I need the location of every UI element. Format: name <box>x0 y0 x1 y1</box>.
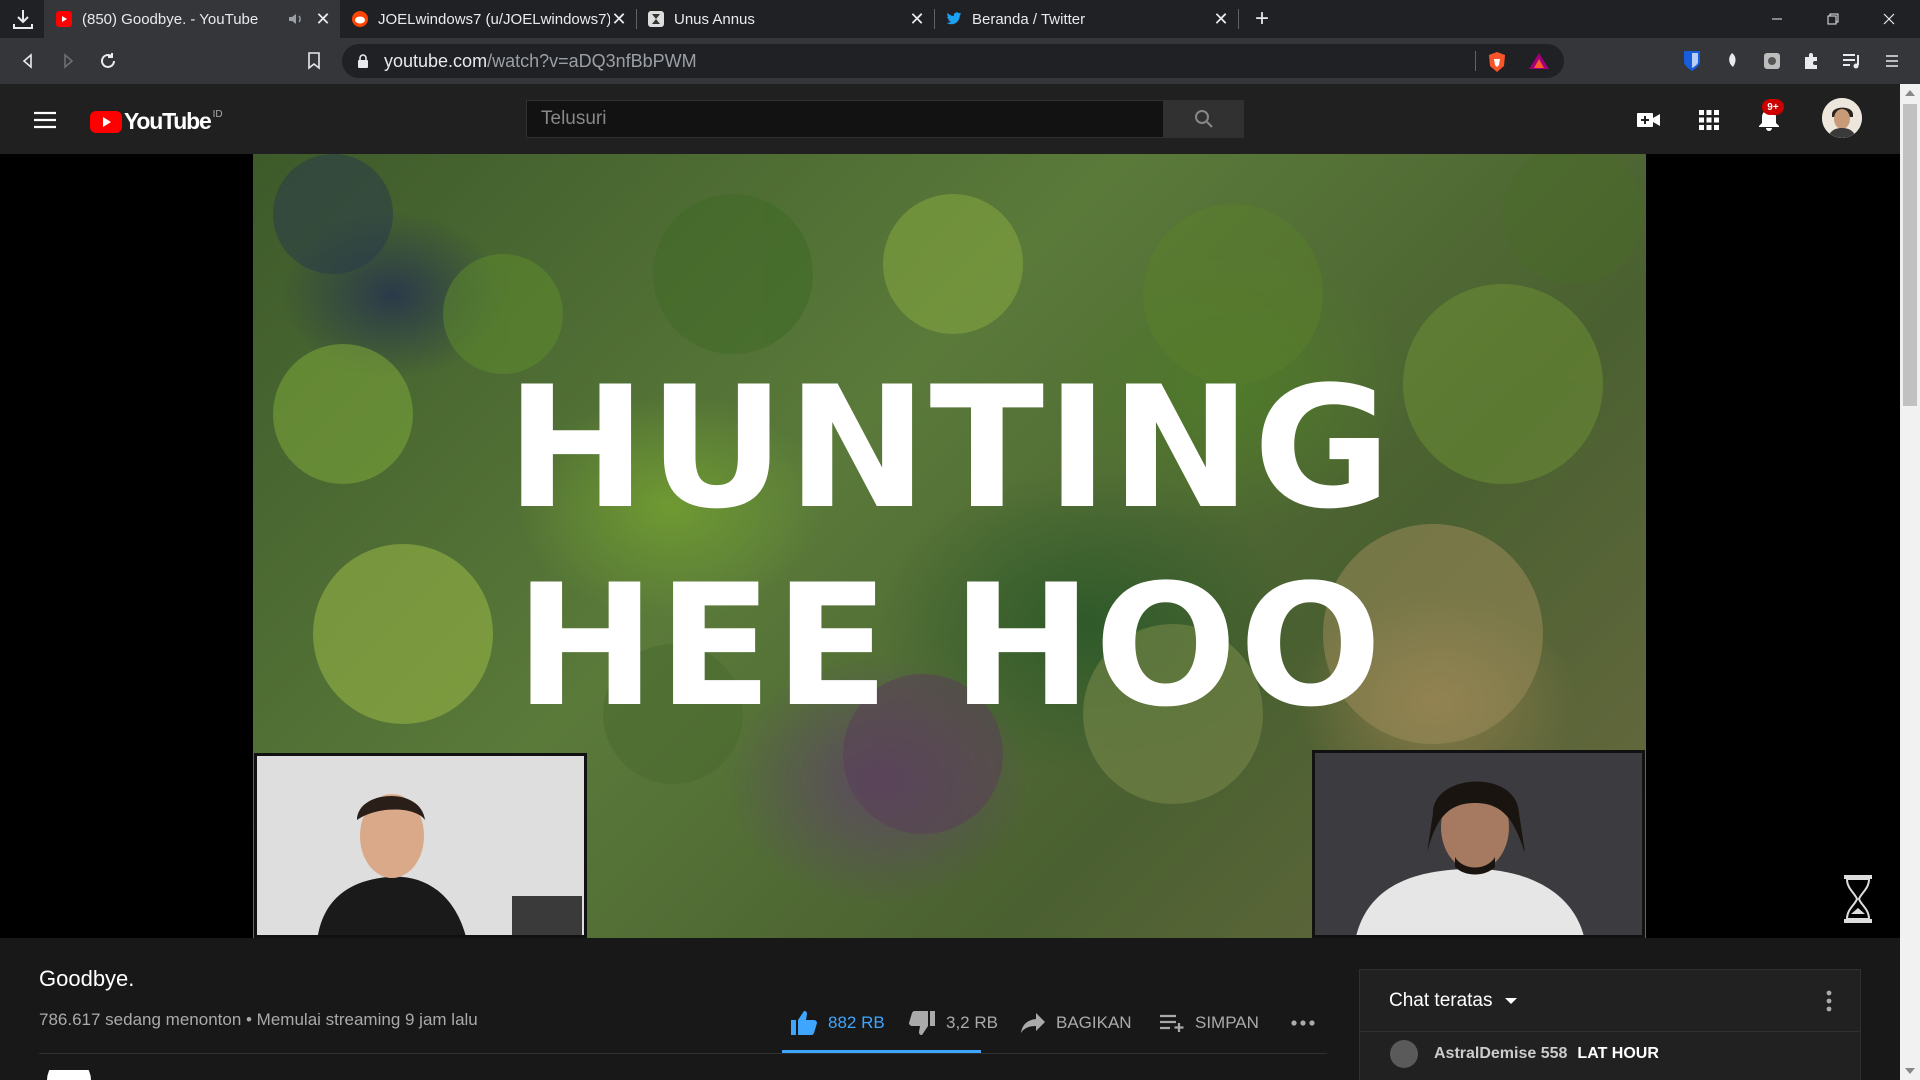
webcam-right <box>1312 750 1645 938</box>
share-label: BAGIKAN <box>1056 1013 1132 1032</box>
extensions-puzzle-icon[interactable] <box>1800 49 1824 73</box>
lock-icon[interactable] <box>356 53 370 69</box>
browser-toolbar: youtube.com/watch?v=aDQ3nfBbPWM <box>0 38 1920 84</box>
tab-audio-icon[interactable] <box>288 12 304 26</box>
live-chat-panel: Chat teratas AstralDemise 558 LAT HOUR <box>1359 969 1861 1080</box>
playlist-add-icon <box>1159 1013 1185 1033</box>
restore-button[interactable] <box>1810 0 1856 38</box>
youtube-play-icon <box>90 110 122 133</box>
url-domain: youtube.com <box>384 50 488 71</box>
tab-title: (850) Goodbye. - YouTube <box>82 10 259 28</box>
address-bar[interactable]: youtube.com/watch?v=aDQ3nfBbPWM <box>342 44 1564 78</box>
scroll-down-arrow[interactable] <box>1905 1068 1915 1074</box>
chat-more-icon[interactable] <box>1826 990 1832 1017</box>
reddit-favicon <box>352 11 368 27</box>
video-title: Goodbye. <box>39 966 135 991</box>
search-button[interactable] <box>1164 100 1244 138</box>
tab-reddit[interactable]: JOELwindows7 (u/JOELwindows7) - Reddit ✕ <box>340 0 637 38</box>
back-button[interactable] <box>16 49 40 73</box>
tab-close-icon[interactable]: ✕ <box>610 10 628 28</box>
chat-author-name[interactable]: AstralDemise 558 <box>1434 1045 1567 1063</box>
share-arrow-icon <box>1020 1012 1046 1034</box>
video-player[interactable]: HUNTING HEE HOO <box>0 154 1900 938</box>
tab-youtube[interactable]: (850) Goodbye. - YouTube ✕ <box>44 0 340 38</box>
logo-wordmark: YouTube <box>124 108 212 134</box>
chat-author-avatar <box>1390 1040 1418 1068</box>
browser-menu-icon[interactable] <box>1880 49 1904 73</box>
more-actions-button[interactable] <box>1290 1008 1316 1038</box>
reload-button[interactable] <box>96 49 120 73</box>
guide-menu-icon[interactable] <box>31 106 59 134</box>
tab-twitter[interactable]: Beranda / Twitter ✕ <box>934 0 1239 38</box>
omnibox-separator <box>1475 51 1476 71</box>
country-code: ID <box>212 109 223 120</box>
tab-title: Beranda / Twitter <box>972 10 1086 28</box>
extension-box-icon[interactable] <box>1760 49 1784 73</box>
bookmark-icon[interactable] <box>302 49 326 73</box>
tab-separator <box>1238 9 1239 29</box>
chat-header-label: Chat teratas <box>1389 989 1493 1011</box>
tab-title: JOELwindows7 (u/JOELwindows7) - Reddit <box>378 10 610 28</box>
search-icon <box>1194 109 1214 129</box>
apps-grid-icon[interactable] <box>1695 106 1723 134</box>
brave-shields-icon[interactable] <box>1487 51 1507 78</box>
media-control-icon[interactable] <box>1840 49 1864 73</box>
search-box: Telusuri <box>526 100 1244 138</box>
like-count: 882 RB <box>828 1013 885 1032</box>
forward-button[interactable] <box>56 49 80 73</box>
sentiment-bar-track <box>39 1053 1327 1054</box>
channel-avatar-partial <box>47 1070 91 1080</box>
chat-mode-selector[interactable]: Chat teratas <box>1360 970 1860 1032</box>
notification-badge: 9+ <box>1762 99 1784 115</box>
more-horizontal-icon <box>1290 1019 1316 1027</box>
hourglass-watermark-icon <box>1842 874 1874 924</box>
overlay-line-2: HEE HOO <box>515 548 1384 744</box>
create-video-icon[interactable] <box>1635 106 1663 134</box>
youtube-favicon <box>56 11 72 27</box>
bitwarden-extension-icon[interactable] <box>1680 49 1704 73</box>
new-tab-button[interactable]: + <box>1248 5 1276 33</box>
thumbs-up-icon <box>790 1010 818 1036</box>
tab-close-icon[interactable]: ✕ <box>1212 10 1230 28</box>
video-frame[interactable]: HUNTING HEE HOO <box>253 154 1646 938</box>
extension-leaf-icon[interactable] <box>1720 49 1744 73</box>
chevron-down-icon <box>1504 997 1517 1004</box>
avatar[interactable] <box>1822 98 1862 138</box>
thumbs-down-icon <box>908 1010 936 1036</box>
video-meta: 786.617 sedang menonton • Memulai stream… <box>39 1010 478 1029</box>
dislike-count: 3,2 RB <box>946 1013 998 1032</box>
brave-rewards-icon[interactable] <box>1528 52 1550 75</box>
share-button[interactable]: BAGIKAN <box>1020 1008 1132 1038</box>
overlay-line-1: HUNTING <box>505 350 1394 546</box>
scrollbar-thumb[interactable] <box>1903 104 1917 406</box>
video-info-area: Goodbye. 786.617 sedang menonton • Memul… <box>0 938 1900 1080</box>
url-path: /watch?v=aDQ3nfBbPWM <box>487 50 697 71</box>
tab-close-icon[interactable]: ✕ <box>314 10 332 28</box>
unus-annus-favicon <box>648 11 664 27</box>
chat-message: AstralDemise 558 LAT HOUR <box>1390 1040 1659 1068</box>
tab-close-icon[interactable]: ✕ <box>908 10 926 28</box>
youtube-logo[interactable]: YouTube ID <box>90 108 223 135</box>
minimize-button[interactable] <box>1754 0 1800 38</box>
dislike-button[interactable]: 3,2 RB <box>908 1008 998 1038</box>
twitter-favicon <box>946 11 962 27</box>
chat-message-text: LAT HOUR <box>1577 1045 1659 1062</box>
save-label: SIMPAN <box>1195 1013 1259 1032</box>
downloads-icon[interactable] <box>10 7 36 31</box>
webcam-left <box>254 753 587 938</box>
youtube-masthead: YouTube ID Telusuri <box>0 84 1900 154</box>
save-button[interactable]: SIMPAN <box>1159 1008 1259 1038</box>
like-button[interactable]: 882 RB <box>790 1008 885 1038</box>
page-scrollbar[interactable] <box>1900 84 1920 1080</box>
search-input[interactable]: Telusuri <box>526 100 1164 138</box>
close-window-button[interactable] <box>1866 0 1912 38</box>
browser-tab-strip: (850) Goodbye. - YouTube ✕ JOELwindows7 … <box>0 0 1920 38</box>
url-text: youtube.com/watch?v=aDQ3nfBbPWM <box>384 51 697 72</box>
tab-title: Unus Annus <box>674 10 755 28</box>
scroll-up-arrow[interactable] <box>1905 90 1915 96</box>
video-overlay-title: HUNTING HEE HOO <box>253 349 1646 745</box>
tab-unus-annus[interactable]: Unus Annus ✕ <box>636 0 935 38</box>
sentiment-bar-fill <box>782 1050 981 1053</box>
